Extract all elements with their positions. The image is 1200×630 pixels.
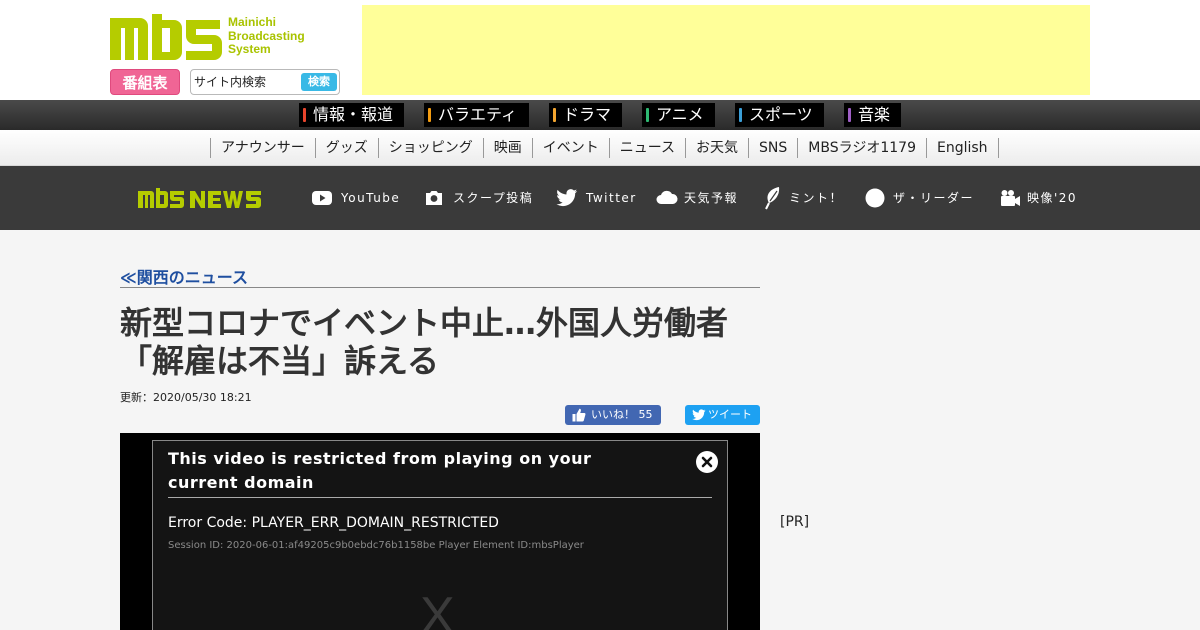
site-header: Mainichi Broadcasting System 番組表 検索 (0, 0, 1200, 100)
genre-label: 情報・報道 (313, 105, 394, 124)
genre-color-bar (553, 108, 556, 122)
video-error-code: Error Code: PLAYER_ERR_DOMAIN_RESTRICTED (168, 515, 499, 531)
updated-timestamp: 更新：2020/05/30 18:21 (120, 391, 252, 404)
tweet-button[interactable]: ツイート (685, 405, 760, 425)
genre-color-bar (646, 108, 649, 122)
genre-label: スポーツ (749, 105, 813, 124)
cloud-icon (656, 190, 678, 204)
mbs-news-logo[interactable] (138, 188, 262, 208)
news-link-label: 映像'20 (1027, 191, 1078, 205)
genre-label: バラエティ (438, 105, 518, 124)
site-search: 検索 (190, 69, 340, 95)
logo-wordmark: Mainichi Broadcasting System (228, 15, 305, 56)
mint-leaf-icon (765, 187, 780, 210)
genre-music[interactable]: 音楽 (844, 103, 901, 127)
mbs-logo[interactable]: Mainichi Broadcasting System (110, 14, 340, 62)
genre-color-bar (303, 108, 306, 122)
genre-variety[interactable]: バラエティ (424, 103, 529, 127)
genre-label: ドラマ (563, 105, 612, 124)
article-title: 新型コロナでイベント中止…外国人労働者 「解雇は不当」訴える (120, 304, 729, 380)
video-error-dialog: This video is restricted from playing on… (152, 440, 728, 630)
youtube-icon (312, 191, 332, 205)
breadcrumb-divider (120, 287, 760, 288)
sub-nav-news[interactable]: ニュース (610, 138, 687, 158)
sub-nav-shopping[interactable]: ショッピング (379, 138, 484, 158)
news-bar: YouTube スクープ投稿 Twitter 天気予報 ミント！ ザ・リーダー … (0, 166, 1200, 230)
news-link-label: ミント！ (789, 191, 844, 205)
genre-sports[interactable]: スポーツ (735, 103, 824, 127)
sub-nav-weather[interactable]: お天気 (686, 138, 750, 158)
genre-color-bar (848, 108, 851, 122)
breadcrumb-kansai-news[interactable]: ≪関西のニュース (120, 264, 248, 288)
tweet-label: ツイート (708, 408, 752, 421)
error-divider (168, 497, 712, 498)
news-link-label: スクープ投稿 (453, 191, 534, 205)
news-link-scoop[interactable]: スクープ投稿 (424, 186, 540, 210)
genre-color-bar (428, 108, 431, 122)
circle-icon (865, 188, 885, 208)
news-link-the-leader[interactable]: ザ・リーダー (865, 186, 981, 210)
genre-label: 音楽 (858, 105, 891, 124)
sub-nav-english[interactable]: English (927, 138, 999, 158)
news-link-label: 天気予報 (684, 191, 739, 205)
video-error-session: Session ID: 2020-06-01:af49205c9b0ebdc76… (168, 540, 584, 551)
genre-nav: 情報・報道 バラエティ ドラマ アニメ スポーツ 音楽 (0, 100, 1200, 130)
facebook-like-button[interactable]: いいね！ 55 (565, 405, 661, 425)
search-input[interactable] (194, 73, 298, 91)
genre-news[interactable]: 情報・報道 (299, 103, 404, 127)
camera-icon (426, 191, 442, 205)
top-ad-banner[interactable] (362, 5, 1090, 95)
sub-nav: アナウンサー グッズ ショッピング 映画 イベント ニュース お天気 SNS M… (0, 130, 1200, 166)
news-link-mint[interactable]: ミント！ (763, 186, 847, 210)
news-link-eizo[interactable]: 映像'20 (1000, 186, 1080, 210)
twitter-icon (692, 409, 706, 421)
sub-nav-event[interactable]: イベント (533, 138, 610, 158)
genre-color-bar (739, 108, 742, 122)
news-link-weather[interactable]: 天気予報 (655, 186, 745, 210)
news-link-label: Twitter (586, 191, 637, 205)
close-error-button[interactable] (696, 451, 718, 473)
news-link-label: YouTube (341, 191, 401, 205)
search-button[interactable]: 検索 (301, 73, 337, 91)
mbs-logo-mark (110, 14, 222, 60)
news-link-label: ザ・リーダー (893, 191, 975, 205)
sidebar-pr-label: [PR] (780, 514, 810, 530)
video-error-x-mark: X (420, 587, 455, 630)
news-link-youtube[interactable]: YouTube (312, 186, 408, 210)
news-link-twitter[interactable]: Twitter (556, 186, 640, 210)
twitter-icon (556, 189, 578, 207)
close-icon (701, 456, 713, 468)
video-camera-icon (1001, 190, 1020, 206)
video-player[interactable]: This video is restricted from playing on… (120, 433, 760, 630)
like-count-label: いいね！ 55 (591, 408, 653, 421)
sub-nav-movie[interactable]: 映画 (484, 138, 533, 158)
genre-drama[interactable]: ドラマ (549, 103, 622, 127)
genre-label: アニメ (656, 105, 704, 124)
sub-nav-announcer[interactable]: アナウンサー (211, 138, 316, 158)
tv-schedule-button[interactable]: 番組表 (110, 69, 180, 95)
sub-nav-goods[interactable]: グッズ (316, 138, 379, 158)
sub-nav-radio[interactable]: MBSラジオ1179 (798, 138, 927, 158)
sub-nav-links: アナウンサー グッズ ショッピング 映画 イベント ニュース お天気 SNS M… (210, 138, 999, 158)
thumbs-up-icon (572, 408, 586, 422)
sub-nav-sns[interactable]: SNS (749, 138, 799, 158)
genre-anime[interactable]: アニメ (642, 103, 715, 127)
video-error-title: This video is restricted from playing on… (168, 449, 592, 492)
